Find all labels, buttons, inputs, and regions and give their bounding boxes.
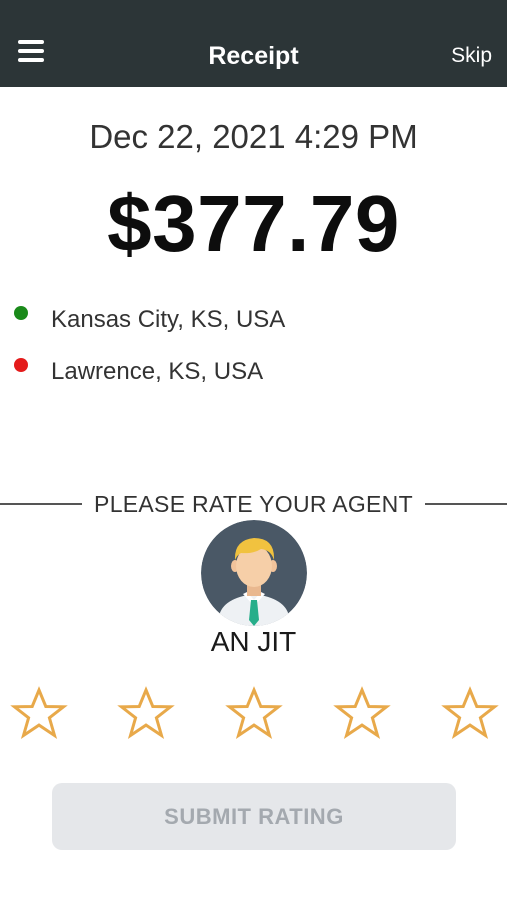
receipt-amount: $377.79 xyxy=(107,179,400,268)
rating-prompt: PLEASE RATE YOUR AGENT xyxy=(94,490,413,517)
pickup-dot-icon xyxy=(14,306,28,320)
star-outline-icon xyxy=(333,686,391,740)
star-rating xyxy=(0,686,507,744)
pickup-location-label: Kansas City, KS, USA xyxy=(51,306,286,333)
divider-left xyxy=(0,503,83,505)
star-outline-icon xyxy=(441,686,499,740)
agent-avatar-icon xyxy=(201,520,307,626)
divider-right xyxy=(424,503,507,505)
star-5-button[interactable] xyxy=(441,686,499,744)
rating-prompt-row: PLEASE RATE YOUR AGENT xyxy=(0,490,507,518)
star-1-button[interactable] xyxy=(10,686,68,744)
star-3-button[interactable] xyxy=(225,686,283,744)
skip-button[interactable]: Skip xyxy=(451,44,492,68)
star-outline-icon xyxy=(10,686,68,740)
top-app-bar: Receipt Skip xyxy=(0,0,507,87)
star-outline-icon xyxy=(117,686,175,740)
submit-rating-button[interactable]: SUBMIT RATING xyxy=(52,783,456,850)
star-4-button[interactable] xyxy=(333,686,391,744)
star-outline-icon xyxy=(225,686,283,740)
agent-name: AN JIT xyxy=(210,626,297,657)
receipt-datetime: Dec 22, 2021 4:29 PM xyxy=(89,118,418,155)
dropoff-location-label: Lawrence, KS, USA xyxy=(51,358,264,385)
star-2-button[interactable] xyxy=(117,686,175,744)
page-title: Receipt xyxy=(208,42,299,70)
pickup-location: Kansas City, KS, USA xyxy=(14,305,285,335)
dropoff-dot-icon xyxy=(14,358,28,372)
dropoff-location: Lawrence, KS, USA xyxy=(14,357,263,387)
